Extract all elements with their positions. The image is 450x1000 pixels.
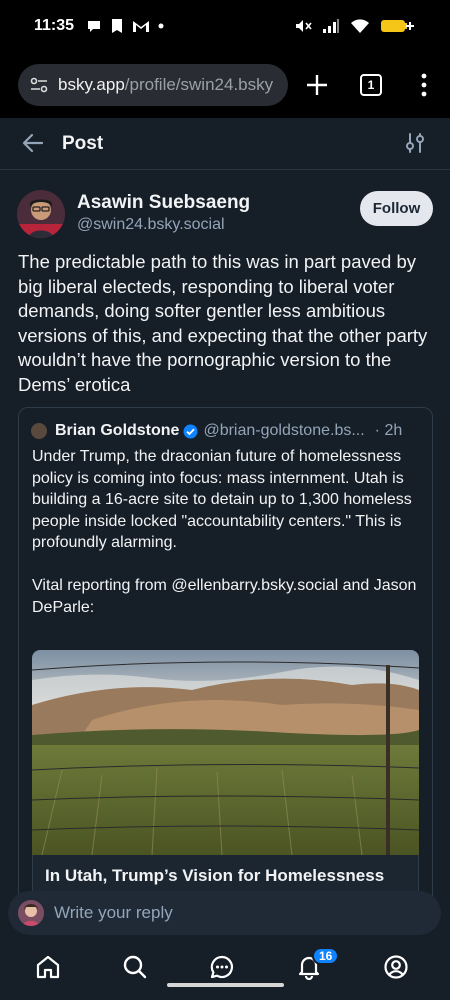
post-text: The predictable path to this was in part… — [18, 251, 428, 395]
notification-badge: 16 — [312, 947, 340, 965]
bottom-nav: 16 — [0, 938, 450, 1000]
bookmark-icon — [112, 19, 122, 33]
reply-placeholder[interactable]: Write your reply — [54, 903, 173, 923]
back-arrow-icon[interactable] — [22, 132, 44, 154]
verified-badge-icon — [183, 424, 198, 438]
browser-toolbar: bsky.app/profile/swin24.bsky 1 — [0, 56, 450, 118]
site-settings-icon[interactable] — [30, 76, 48, 94]
battery-icon — [381, 20, 414, 32]
link-preview-image[interactable] — [32, 650, 419, 855]
dot-icon — [158, 23, 164, 29]
profile-icon — [384, 955, 408, 979]
page-header: Post — [0, 118, 450, 170]
author-handle[interactable]: @swin24.bsky.social — [77, 216, 225, 234]
url-bar[interactable]: bsky.app/profile/swin24.bsky — [18, 64, 288, 106]
url-path: /profile/swin24.bsky — [124, 75, 274, 94]
mute-icon — [296, 20, 312, 32]
wifi-icon — [351, 19, 369, 33]
signal-icon — [323, 19, 339, 33]
new-tab-icon[interactable] — [304, 72, 330, 98]
follow-button[interactable]: Follow — [360, 191, 433, 226]
nav-home[interactable] — [33, 952, 63, 982]
gmail-icon — [133, 21, 149, 32]
url-host: bsky.app — [58, 75, 125, 94]
chat-bubble-icon — [88, 21, 100, 32]
quoted-post-text: Under Trump, the draconian future of hom… — [32, 448, 417, 616]
url-text[interactable]: bsky.app/profile/swin24.bsky — [58, 75, 273, 95]
tab-switcher-button[interactable]: 1 — [360, 74, 382, 96]
thread-settings-icon[interactable] — [406, 132, 424, 154]
quoted-author-avatar — [31, 423, 47, 439]
page-title: Post — [62, 133, 104, 154]
nav-search[interactable] — [120, 952, 150, 982]
reply-composer[interactable]: Write your reply — [8, 891, 441, 935]
search-icon — [123, 955, 147, 979]
chat-icon — [210, 955, 234, 979]
quoted-post[interactable]: Brian Goldstone @brian-goldstone.bs... ·… — [18, 407, 433, 927]
status-time: 11:35 — [34, 17, 75, 34]
quoted-author-handle: @brian-goldstone.bs... — [203, 422, 365, 439]
user-avatar — [18, 900, 44, 926]
quoted-post-time: · 2h — [374, 422, 403, 439]
nav-chat[interactable] — [207, 952, 237, 982]
browser-menu-icon[interactable] — [418, 72, 430, 98]
tab-count: 1 — [367, 78, 375, 92]
quoted-post-header: Brian Goldstone @brian-goldstone.bs... ·… — [31, 421, 426, 441]
nav-profile[interactable] — [381, 952, 411, 982]
author-avatar[interactable] — [17, 190, 65, 238]
system-home-indicator[interactable] — [167, 983, 284, 987]
author-name[interactable]: Asawin Suebsaeng — [77, 192, 250, 214]
home-icon — [36, 955, 60, 979]
quoted-author-name: Brian Goldstone — [55, 422, 180, 439]
status-bar: 11:35 — [0, 0, 450, 56]
